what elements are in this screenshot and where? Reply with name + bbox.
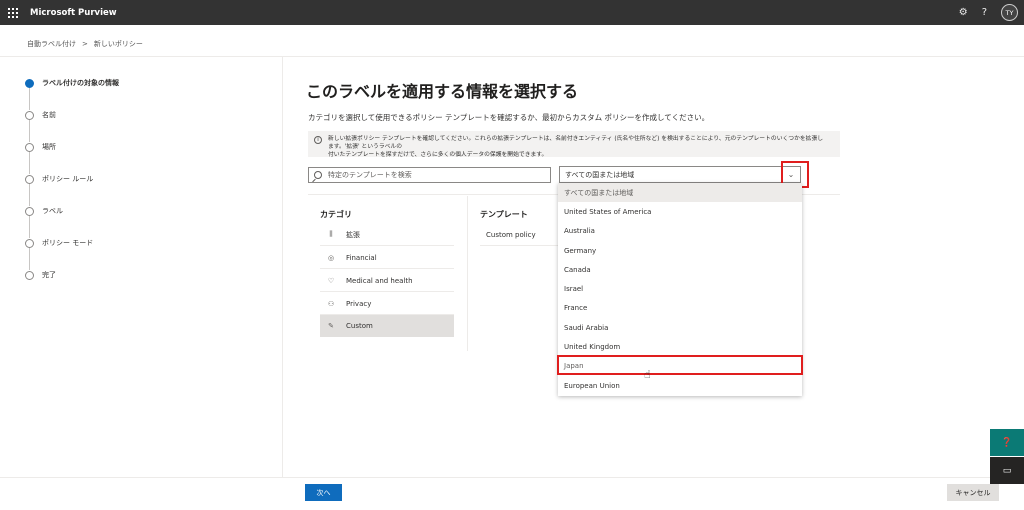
search-icon (314, 171, 322, 179)
template-label: Custom policy (486, 230, 536, 239)
annotation-highlight-box (557, 355, 803, 375)
country-dropdown-value: すべての国または地域 (565, 170, 635, 179)
sidebar-divider (282, 57, 283, 477)
dropdown-option[interactable]: Saudi Arabia (558, 318, 802, 337)
category-label: 拡張 (346, 230, 360, 239)
books-icon: ⫼ (329, 230, 333, 238)
step-indicator (25, 174, 34, 184)
column-divider (467, 196, 468, 351)
step-label: 場所 (42, 143, 56, 151)
step-label: 名前 (42, 111, 56, 119)
dropdown-option[interactable]: European Union (558, 376, 802, 395)
pencil-icon: ✎ (328, 322, 334, 330)
info-text-line: 新しい拡張ポリシー テンプレートを確認してください。これらの拡張テンプレートは、… (328, 136, 824, 150)
step-item: ポリシー ルール (25, 174, 93, 184)
page-description: カテゴリを選択して使用できるポリシー テンプレートを確認するか、最初からカスタム… (308, 113, 710, 122)
step-item: ポリシー モード (25, 238, 93, 248)
breadcrumb-separator: > (82, 40, 88, 48)
category-label: Privacy (346, 299, 372, 308)
dropdown-option[interactable]: United Kingdom (558, 337, 802, 356)
stethoscope-icon: ♡ (327, 276, 335, 285)
footer-divider (0, 477, 1024, 478)
templates-header: テンプレート (480, 210, 528, 219)
next-button[interactable]: 次へ (305, 484, 342, 501)
info-text-line: 付いたテンプレートを探すだけで、さらに多くの個人データの保護を開始できます。 (328, 152, 548, 158)
dropdown-option[interactable]: Germany (558, 241, 802, 260)
gear-icon[interactable]: ⚙ (959, 7, 968, 18)
info-icon: i (314, 136, 322, 144)
category-label: Financial (346, 253, 377, 262)
dropdown-option[interactable]: United States of America (558, 202, 802, 221)
cancel-button[interactable]: キャンセル (947, 484, 999, 501)
feedback-icon[interactable]: ▭ (990, 457, 1024, 484)
step-connector (29, 88, 30, 110)
breadcrumb-current: 新しいポリシー (93, 40, 143, 48)
coins-icon: ◎ (327, 253, 335, 262)
step-connector (29, 120, 30, 142)
step-item: ラベル付けの対象の情報 (25, 78, 119, 88)
info-text: 新しい拡張ポリシー テンプレートを確認してください。これらの拡張テンプレートは、… (328, 135, 828, 158)
category-label: Medical and health (346, 276, 413, 285)
step-item: ラベル (25, 206, 63, 216)
dropdown-option[interactable]: Israel (558, 279, 802, 298)
top-bar: Microsoft Purview ⚙ ? TY (0, 0, 1024, 25)
info-message-bar: i 新しい拡張ポリシー テンプレートを確認してください。これらの拡張テンプレート… (308, 131, 840, 158)
category-label: Custom (346, 322, 373, 330)
step-item: 完了 (25, 270, 56, 280)
template-search-input[interactable]: 特定のテンプレートを検索 (308, 167, 551, 183)
step-indicator (25, 238, 34, 248)
category-item-enhanced[interactable]: ⫼ 拡張 (320, 224, 454, 246)
step-connector (29, 184, 30, 206)
categories-header: カテゴリ (320, 210, 352, 219)
dropdown-option[interactable]: Canada (558, 260, 802, 279)
hand-cursor-icon: ☝ (644, 368, 651, 381)
breadcrumb-parent[interactable]: 自動ラベル付け (27, 39, 76, 49)
step-indicator (25, 78, 34, 88)
category-item-financial[interactable]: ◎ Financial (320, 247, 454, 269)
dropdown-option[interactable]: Australia (558, 221, 802, 240)
app-title[interactable]: Microsoft Purview (30, 8, 117, 18)
step-indicator (25, 206, 34, 216)
step-label: ラベル (42, 207, 63, 215)
help-icon[interactable]: ? (982, 7, 987, 18)
step-item: 場所 (25, 142, 56, 152)
template-item-custom-policy[interactable]: Custom policy (480, 224, 560, 246)
step-connector (29, 248, 30, 270)
category-item-custom[interactable]: ✎ Custom (320, 315, 454, 337)
step-item: 名前 (25, 110, 56, 120)
step-indicator (25, 270, 34, 280)
breadcrumb: 自動ラベル付け > 新しいポリシー (27, 39, 143, 49)
category-item-privacy[interactable]: ⚇ Privacy (320, 293, 454, 315)
country-dropdown[interactable]: すべての国または地域 ⌄ (559, 166, 801, 183)
waffle-icon[interactable] (2, 0, 24, 25)
step-label: 完了 (42, 271, 56, 279)
step-connector (29, 152, 30, 174)
assistant-icon[interactable]: ❓ (990, 429, 1024, 456)
category-item-medical[interactable]: ♡ Medical and health (320, 270, 454, 292)
header-divider (0, 56, 1024, 57)
page-title: このラベルを適用する情報を選択する (306, 82, 579, 101)
dropdown-option[interactable]: すべての国または地域 (558, 183, 802, 202)
step-label: ラベル付けの対象の情報 (42, 79, 119, 87)
people-icon: ⚇ (327, 299, 335, 308)
step-label: ポリシー モード (42, 239, 94, 247)
avatar[interactable]: TY (1001, 4, 1018, 21)
search-placeholder: 特定のテンプレートを検索 (328, 171, 412, 179)
step-indicator (25, 142, 34, 152)
step-connector (29, 216, 30, 238)
step-label: ポリシー ルール (42, 175, 94, 183)
dropdown-option[interactable]: France (558, 298, 802, 317)
step-indicator (25, 110, 34, 120)
